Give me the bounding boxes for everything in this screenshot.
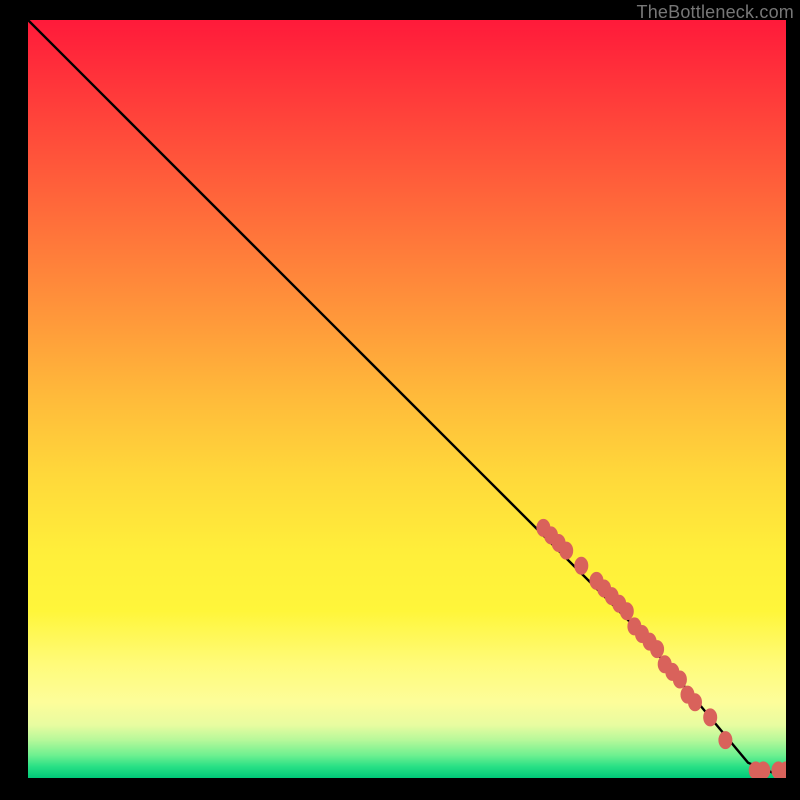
data-point <box>718 731 732 749</box>
data-point <box>559 542 573 560</box>
data-points <box>536 519 786 778</box>
chart-stage: TheBottleneck.com <box>0 0 800 800</box>
data-point <box>688 693 702 711</box>
plot-area <box>28 20 786 778</box>
data-point <box>574 557 588 575</box>
plot-svg <box>28 20 786 778</box>
data-point <box>620 602 634 620</box>
data-point <box>650 640 664 658</box>
data-point <box>703 708 717 726</box>
data-point <box>673 671 687 689</box>
